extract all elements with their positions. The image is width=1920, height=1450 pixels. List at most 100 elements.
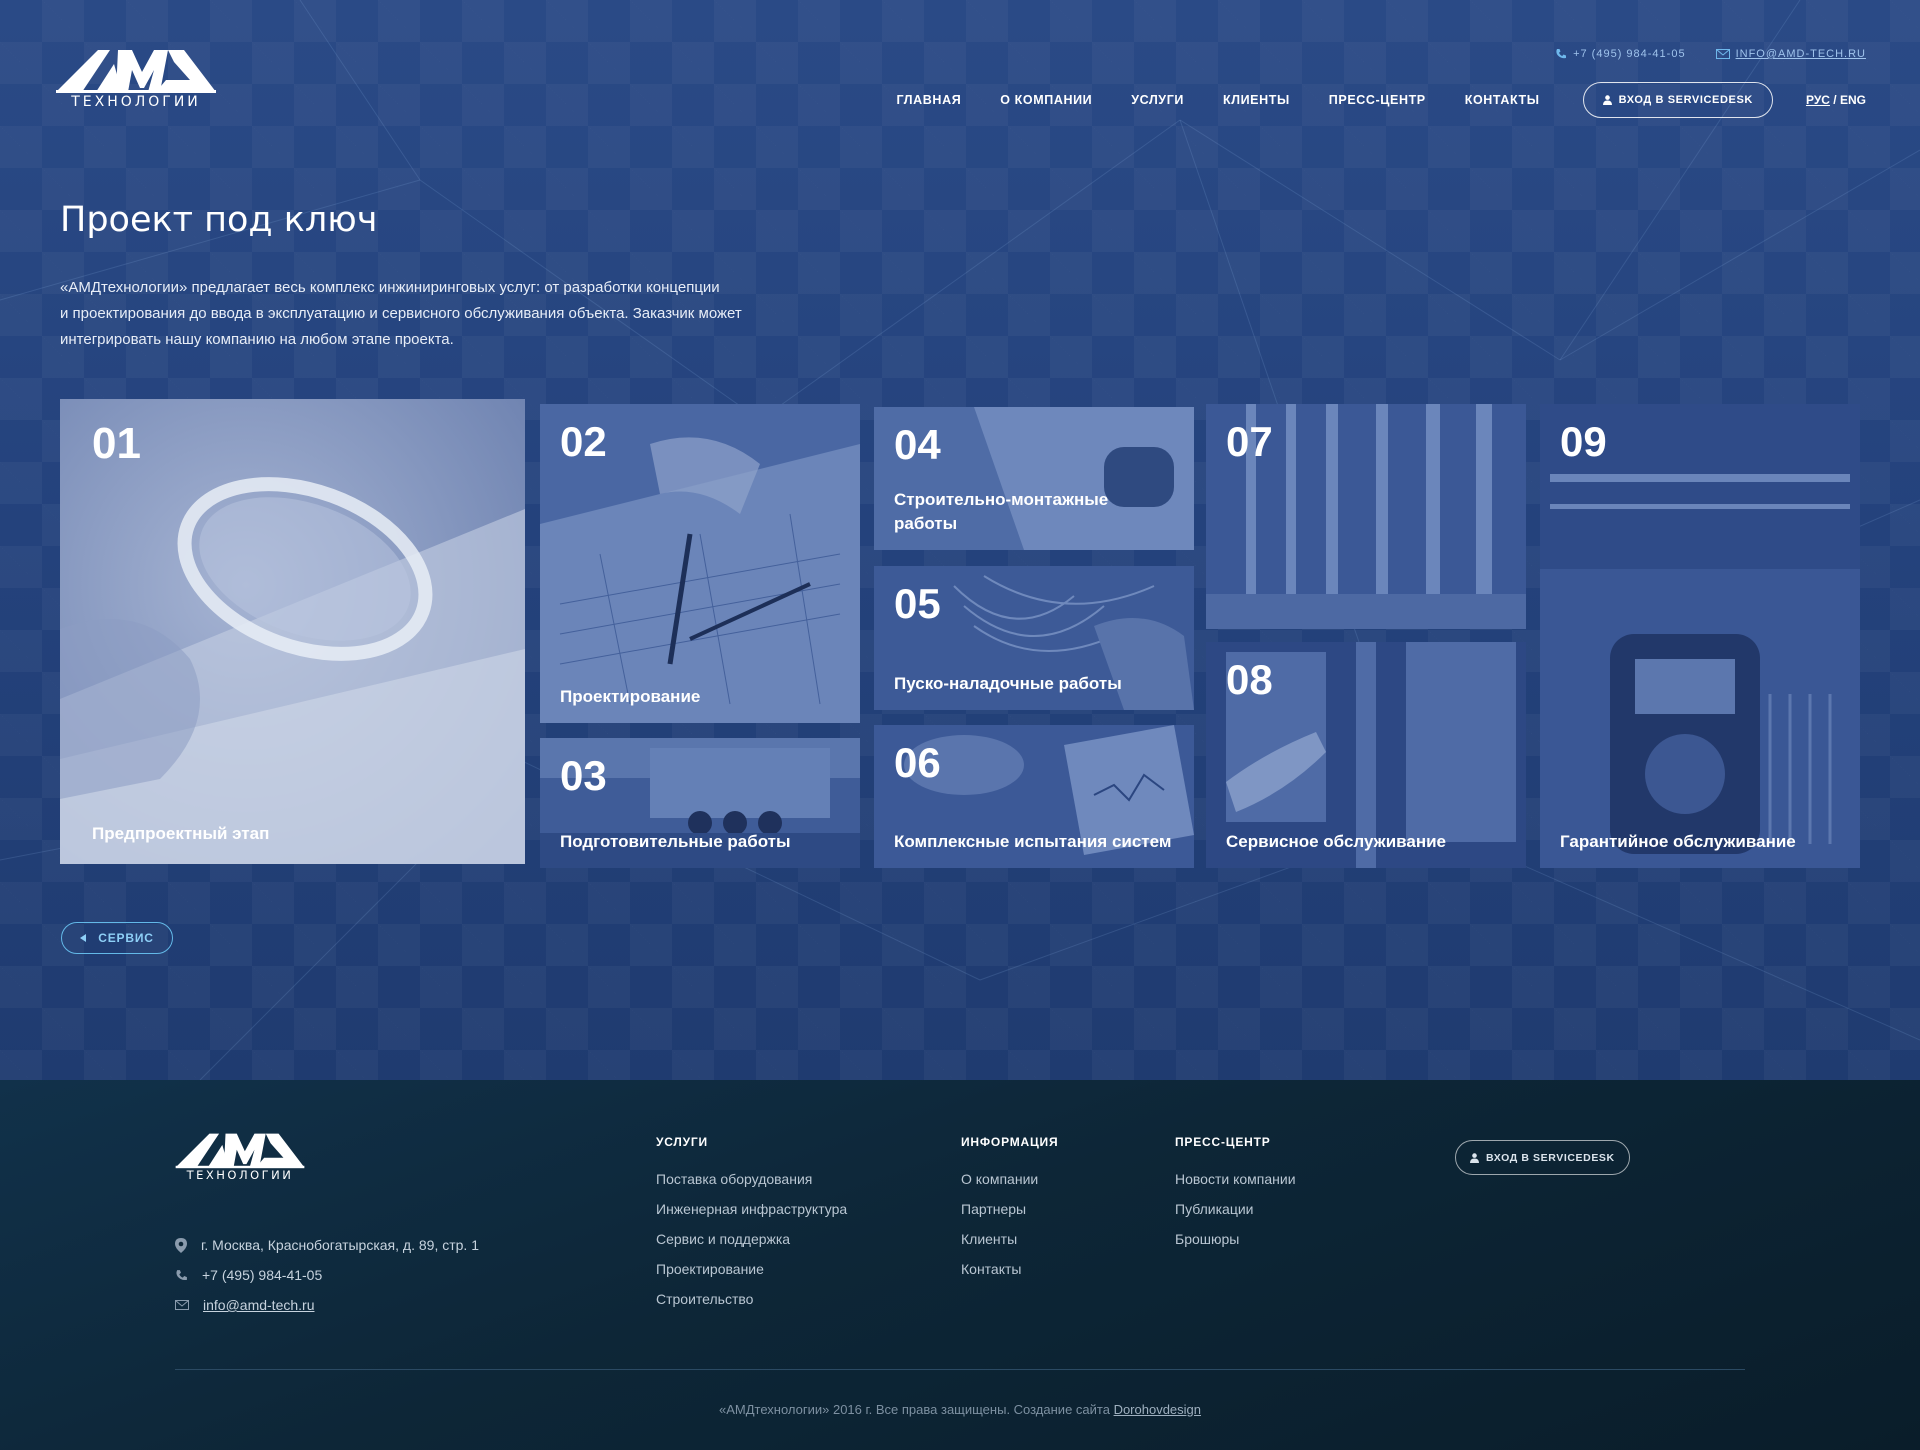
header-logo[interactable]: ТЕХНОЛОГИИ (56, 48, 216, 112)
stage-tile-03[interactable]: 03 Подготовительные работы (540, 738, 860, 868)
tile-label: Подготовительные работы (560, 832, 791, 851)
header-contacts: +7 (495) 984-41-05 INFO@AMD-TECH.RU (1555, 48, 1866, 60)
intro-text: «АМДтехнологии» предлагает весь комплекс… (60, 275, 820, 353)
user-icon (1602, 95, 1612, 105)
stage-tile-01[interactable]: 01 Предпроектный этап (60, 399, 525, 864)
footer-link[interactable]: Новости компании (1175, 1169, 1296, 1199)
intro-line: и проектирования до ввода в эксплуатацию… (60, 305, 742, 322)
footer: ТЕХНОЛОГИИ г. Москва, Краснобогатырская,… (0, 1080, 1920, 1450)
tile-number: 06 (894, 739, 941, 786)
back-button-label: СЕРВИС (98, 931, 154, 945)
footer-divider (175, 1369, 1745, 1370)
intro-line: интегрировать нашу компанию на любом эта… (60, 331, 454, 348)
footer-contacts: г. Москва, Краснобогатырская, д. 89, стр… (175, 1230, 479, 1320)
stage-tile-04[interactable]: 04 Строительно-монтажные работы (874, 407, 1194, 550)
tile-label: Гарантийное обслуживание (1560, 832, 1796, 851)
tile-label: Предпроектный этап (92, 824, 270, 843)
stage-tile-05[interactable]: 05 Пуско-наладочные работы (874, 566, 1194, 710)
footer-email-link: info@amd-tech.ru (203, 1297, 315, 1313)
tile-label: Комплексные испытания систем (894, 832, 1172, 851)
footer-link[interactable]: Публикации (1175, 1199, 1296, 1229)
footer-address-text: г. Москва, Краснобогатырская, д. 89, стр… (201, 1237, 479, 1253)
footer-col-services: УСЛУГИ Поставка оборудования Инженерная … (656, 1135, 847, 1319)
stage-tile-09[interactable]: 09 Гарантийное обслуживание (1540, 404, 1860, 868)
footer-link[interactable]: Контакты (961, 1259, 1058, 1289)
nav-item-press[interactable]: ПРЕСС-ЦЕНТР (1329, 93, 1426, 107)
nav-item-contacts[interactable]: КОНТАКТЫ (1465, 93, 1540, 107)
servicedesk-button[interactable]: ВХОД В SERVICEDESK (1582, 82, 1773, 118)
tile-number: 03 (560, 752, 607, 799)
header-email-link: INFO@AMD-TECH.RU (1735, 48, 1866, 60)
footer-servicedesk-button[interactable]: ВХОД В SERVICEDESK (1455, 1140, 1630, 1175)
footer-link[interactable]: Строительство (656, 1289, 847, 1319)
copyright-text: «АМДтехнологии» 2016 г. Все права защище… (718, 1402, 1110, 1417)
header-email[interactable]: INFO@AMD-TECH.RU (1715, 48, 1866, 60)
footer-logo[interactable]: ТЕХНОЛОГИИ (175, 1132, 305, 1184)
designer-link[interactable]: Dorohovdesign (1114, 1402, 1201, 1417)
footer-link[interactable]: Партнеры (961, 1199, 1058, 1229)
stage-tile-02[interactable]: 02 Проектирование (540, 404, 860, 723)
caret-left-icon (80, 934, 87, 942)
mail-icon (1715, 49, 1730, 59)
stage-tile-06[interactable]: 06 Комплексные испытания систем (874, 725, 1194, 868)
footer-col-information: ИНФОРМАЦИЯ О компании Партнеры Клиенты К… (961, 1135, 1058, 1289)
servicedesk-label: ВХОД В SERVICEDESK (1486, 1151, 1615, 1164)
lang-separator: / (1833, 93, 1837, 107)
logo-mark-icon (56, 50, 216, 93)
footer-link[interactable]: Клиенты (961, 1229, 1058, 1259)
footer-link[interactable]: Инженерная инфраструктура (656, 1199, 847, 1229)
servicedesk-label: ВХОД В SERVICEDESK (1618, 94, 1753, 106)
footer-link[interactable]: Проектирование (656, 1259, 847, 1289)
language-switch: РУС / ENG (1806, 93, 1866, 107)
tile-label: Пуско-наладочные работы (894, 674, 1122, 693)
footer-col-press: ПРЕСС-ЦЕНТР Новости компании Публикации … (1175, 1135, 1296, 1259)
footer-link[interactable]: О компании (961, 1169, 1058, 1199)
footer-link[interactable]: Поставка оборудования (656, 1169, 847, 1199)
lang-ru[interactable]: РУС (1806, 93, 1830, 107)
logo-subtitle: ТЕХНОЛОГИИ (71, 94, 201, 110)
nav-menu: ГЛАВНАЯ О КОМПАНИИ УСЛУГИ КЛИЕНТЫ ПРЕСС-… (896, 93, 1539, 107)
phone-icon (176, 1269, 187, 1280)
tile-number: 01 (92, 419, 141, 468)
tile-number: 05 (894, 580, 941, 627)
multimeter-photo (1540, 404, 1860, 868)
footer-link[interactable]: Сервис и поддержка (656, 1229, 847, 1259)
stage-tile-07[interactable]: 07 (1206, 404, 1526, 629)
user-icon (1470, 1152, 1479, 1163)
copyright: «АМДтехнологии» 2016 г. Все права защище… (0, 1402, 1920, 1417)
mail-icon (175, 1300, 189, 1310)
footer-email[interactable]: info@amd-tech.ru (175, 1290, 479, 1320)
footer-phone[interactable]: +7 (495) 984-41-05 (175, 1260, 479, 1290)
nav-item-about[interactable]: О КОМПАНИИ (1000, 93, 1092, 107)
nav-item-home[interactable]: ГЛАВНАЯ (896, 93, 961, 107)
main-nav: ГЛАВНАЯ О КОМПАНИИ УСЛУГИ КЛИЕНТЫ ПРЕСС-… (896, 82, 1866, 118)
tile-number: 02 (560, 418, 607, 465)
tile-number: 07 (1226, 418, 1273, 465)
footer-col-title: ПРЕСС-ЦЕНТР (1175, 1135, 1271, 1149)
tile-label: Строительно-монтажные работы (894, 490, 1109, 533)
header-phone-text: +7 (495) 984-41-05 (1573, 48, 1686, 60)
stage-tile-08[interactable]: 08 Сервисное обслуживание (1206, 642, 1526, 868)
page: ТЕХНОЛОГИИ +7 (495) 984-41-05 INFO@AMD-T… (0, 0, 1920, 1450)
footer-link[interactable]: Брошюры (1175, 1229, 1296, 1259)
logo-subtitle: ТЕХНОЛОГИИ (186, 1168, 294, 1182)
footer-col-title: УСЛУГИ (656, 1135, 708, 1149)
lang-en[interactable]: ENG (1840, 93, 1866, 107)
footer-phone-text: +7 (495) 984-41-05 (202, 1267, 323, 1283)
header-phone[interactable]: +7 (495) 984-41-05 (1555, 48, 1685, 60)
tile-number: 09 (1560, 418, 1607, 465)
hero-section: ТЕХНОЛОГИИ +7 (495) 984-41-05 INFO@AMD-T… (0, 0, 1920, 1080)
nav-item-services[interactable]: УСЛУГИ (1131, 93, 1184, 107)
intro-line: «АМДтехнологии» предлагает весь комплекс… (60, 279, 720, 296)
tile-number: 08 (1226, 656, 1273, 703)
tile-label: Проектирование (560, 687, 701, 706)
back-to-service-button[interactable]: СЕРВИС (61, 922, 173, 954)
phone-icon (1556, 49, 1567, 59)
tile-label: Сервисное обслуживание (1226, 832, 1447, 851)
footer-address: г. Москва, Краснобогатырская, д. 89, стр… (175, 1230, 479, 1260)
tile-number: 04 (894, 421, 941, 468)
page-title: Проект под ключ (60, 200, 378, 240)
nav-item-clients[interactable]: КЛИЕНТЫ (1223, 93, 1290, 107)
location-pin-icon (175, 1237, 187, 1253)
logo-mark-icon (175, 1133, 305, 1169)
